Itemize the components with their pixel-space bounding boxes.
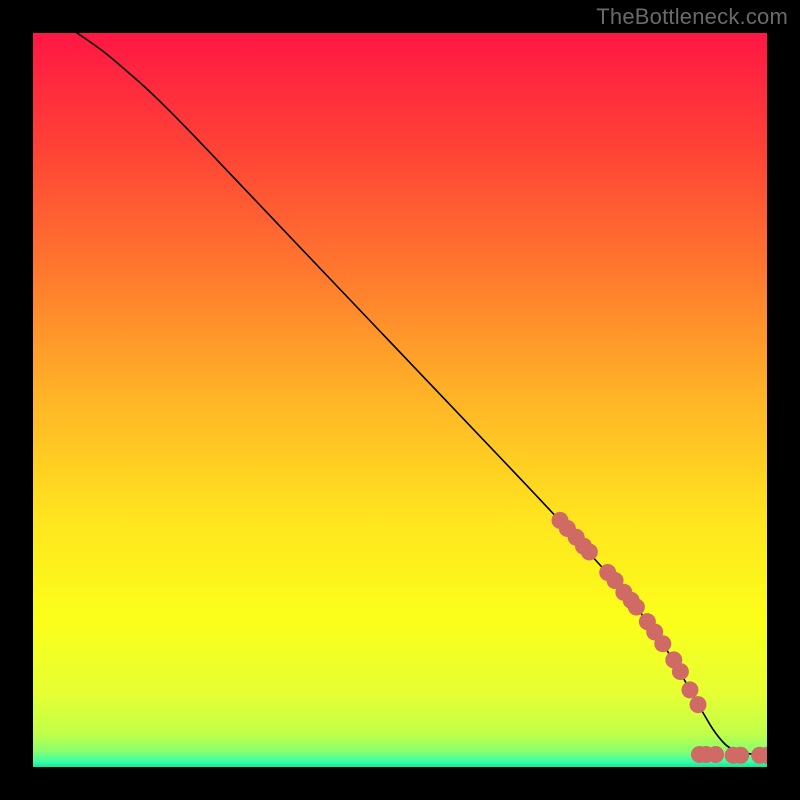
plot-background xyxy=(33,33,767,767)
data-point xyxy=(707,746,724,763)
data-point xyxy=(628,598,645,615)
data-point xyxy=(654,635,671,652)
watermark-label: TheBottleneck.com xyxy=(596,4,788,30)
plot-area xyxy=(33,33,767,767)
data-point xyxy=(732,747,749,764)
data-point xyxy=(581,543,598,560)
data-point xyxy=(681,681,698,698)
data-point xyxy=(690,696,707,713)
chart-svg xyxy=(33,33,767,767)
data-point xyxy=(672,663,689,680)
chart-container: TheBottleneck.com xyxy=(0,0,800,800)
